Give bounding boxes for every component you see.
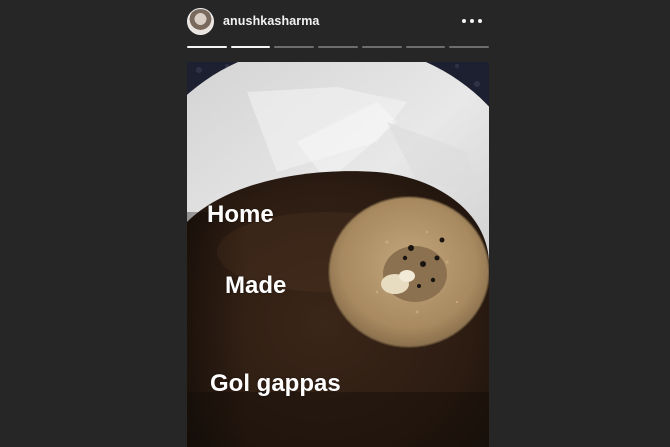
story-viewer: anushkasharma Home Made Gol gappas [0,0,670,447]
progress-segment [361,46,402,48]
story-header: anushkasharma [187,8,489,38]
caption-line-3: Gol gappas [210,370,341,397]
username-link[interactable]: anushkasharma [223,14,319,28]
story-image[interactable]: Home Made Gol gappas [187,62,489,447]
progress-segment [230,46,271,48]
progress-segment [274,46,315,48]
progress-segment [405,46,446,48]
avatar[interactable] [187,8,214,35]
progress-segment [449,46,490,48]
caption-line-1: Home [207,201,274,228]
progress-segment [318,46,358,48]
more-options-button[interactable] [461,12,483,30]
progress-segment [187,46,227,48]
story-progress-bar [187,46,490,49]
more-horizontal-icon [462,19,482,23]
caption-line-2: Made [225,272,287,299]
